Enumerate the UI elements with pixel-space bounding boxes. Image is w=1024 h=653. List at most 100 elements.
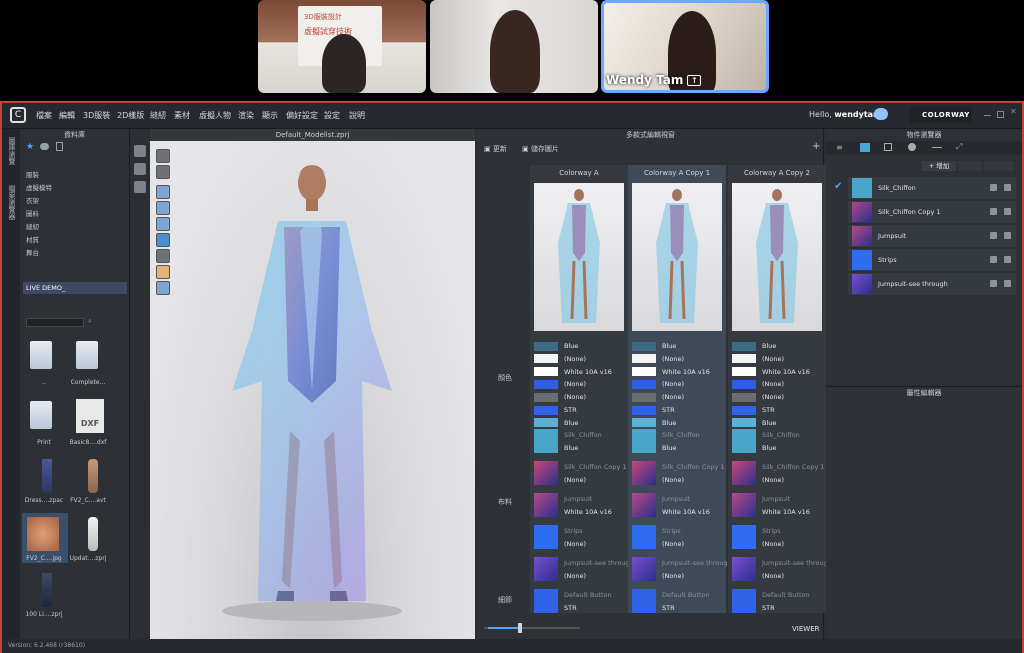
colorway-column[interactable]: Colorway A Copy 1 Blue (None) White 10A v16… [628,165,732,613]
sewing-tool-icon[interactable] [134,181,146,193]
color-row[interactable]: Blue [732,418,776,428]
tree-item[interactable]: 服裝 [26,169,39,179]
menu-display[interactable]: 顯示 [262,110,278,121]
tree-item[interactable]: 虛擬模特 [26,182,52,192]
color-row[interactable]: (None) [534,379,586,389]
add-object-button[interactable]: + 增加 [922,161,956,171]
participant-tile-2[interactable] [430,0,598,93]
participant-tile-1[interactable]: 3D服裝設計 虛擬試穿技術 [258,0,426,93]
menu-help[interactable]: 說明 [349,110,365,121]
color-row[interactable]: White 10A v16 [732,367,810,377]
view-tool-icon[interactable] [156,185,170,199]
menu-avatar[interactable]: 虛擬人物 [199,110,231,121]
menu-3d-garment[interactable]: 3D服裝 [83,110,110,121]
delete-icon[interactable] [1004,184,1011,191]
color-row[interactable]: White 10A v16 [534,367,612,377]
close-icon[interactable]: ✕ [1010,107,1017,116]
tree-item[interactable]: 舞台 [26,247,39,257]
3d-canvas[interactable] [150,141,475,639]
object-row[interactable]: Jumpsuit [848,225,1016,247]
object-row[interactable]: Jumpsuit-see through [848,273,1016,295]
menu-settings[interactable]: 設定 [324,110,340,121]
object-row[interactable]: ✔ Silk_Chiffon [834,177,1016,199]
zoom-slider-handle[interactable] [518,623,522,633]
color-row[interactable]: STR [534,405,577,415]
pattern-tab-icon[interactable] [884,143,892,151]
delete-icon[interactable] [1004,256,1011,263]
view-tool-icon[interactable] [156,265,170,279]
color-row[interactable]: (None) [732,354,784,364]
delete-icon[interactable] [1004,232,1011,239]
tree-item-selected[interactable]: LIVE DEMO_ [26,284,65,292]
color-row[interactable]: White 10A v16 [632,367,710,377]
delete-icon[interactable] [1004,208,1011,215]
maximize-icon[interactable] [997,111,1004,118]
avatar-tool-icon[interactable] [134,145,146,157]
delete-object-button[interactable] [984,161,1014,171]
star-icon[interactable]: ★ [26,142,34,152]
menu-materials[interactable]: 素材 [174,110,190,121]
cloud-tab-icon[interactable] [40,143,49,150]
copy-icon[interactable] [990,184,997,191]
menu-file[interactable]: 檔案 [36,110,52,121]
library-search-input[interactable] [26,318,84,327]
color-row[interactable]: (None) [632,354,684,364]
button-tab-icon[interactable] [908,143,916,151]
cloud-icon[interactable] [874,108,888,120]
update-button[interactable]: ▣ 更新 [484,144,507,154]
list-icon[interactable]: ≡ [836,143,843,152]
color-row[interactable]: (None) [632,379,684,389]
color-row[interactable]: (None) [534,354,586,364]
color-row[interactable]: STR [632,405,675,415]
color-row[interactable]: Blue [534,341,578,351]
minimize-icon[interactable] [984,115,991,122]
color-row[interactable]: STR [732,405,775,415]
object-row[interactable]: Strips [848,249,1016,271]
view-tool-icon[interactable] [156,249,170,263]
delete-icon[interactable] [1004,280,1011,287]
colorway-column[interactable]: Colorway A Copy 2 Blue (None) White 10A v16… [728,165,832,613]
side-tab-file-browser[interactable]: 檔案瀏覽器 [6,185,16,220]
colorway-mode-button[interactable]: COLORWAY [910,107,972,123]
tree-item[interactable]: 縫紉 [26,221,39,231]
menu-render[interactable]: 渲染 [238,110,254,121]
menu-sewing[interactable]: 縫紉 [150,110,166,121]
view-tool-icon[interactable] [156,217,170,231]
menu-preferences[interactable]: 偏好設定 [286,110,318,121]
line-tab-icon[interactable] [932,147,942,148]
save-image-button[interactable]: ▣ 儲存圖片 [522,144,559,154]
menu-edit[interactable]: 編輯 [59,110,75,121]
color-row[interactable]: Blue [534,418,578,428]
copy-object-button[interactable] [958,161,982,171]
tree-item[interactable]: 衣架 [26,195,39,205]
view-tool-icon[interactable] [156,233,170,247]
search-icon[interactable]: ⌕ [88,317,92,326]
color-row[interactable]: Blue [632,341,676,351]
color-row[interactable]: (None) [632,392,684,402]
view-tool-icon[interactable] [156,165,170,179]
measure-tab-icon[interactable]: ⤢ [956,142,962,152]
copy-icon[interactable] [990,280,997,287]
object-row[interactable]: Silk_Chiffon Copy 1 [848,201,1016,223]
color-row[interactable]: Blue [732,341,776,351]
fabric-tab-icon[interactable] [860,143,870,152]
tree-item[interactable]: 材質 [26,234,39,244]
color-row[interactable]: Blue [632,418,676,428]
view-tool-icon[interactable] [156,201,170,215]
view-tool-icon[interactable] [156,149,170,163]
color-row[interactable]: (None) [732,379,784,389]
color-row[interactable]: (None) [534,392,586,402]
colorway-column[interactable]: Colorway A Blue (None) White 10A v16 (None) (… [530,165,634,613]
menu-2d-pattern[interactable]: 2D樣版 [117,110,144,121]
side-tab-library[interactable]: 圖庫瀏覽 [6,137,16,165]
copy-icon[interactable] [990,256,997,263]
color-row[interactable]: (None) [732,392,784,402]
garment-tool-icon[interactable] [134,163,146,175]
copy-icon[interactable] [990,232,997,239]
view-tool-icon[interactable] [156,281,170,295]
add-colorway-icon[interactable]: + [812,141,820,152]
viewer-button[interactable]: VIEWER [792,625,819,633]
tree-item[interactable]: 圖料 [26,208,39,218]
document-tab-icon[interactable] [56,142,63,151]
copy-icon[interactable] [990,208,997,215]
